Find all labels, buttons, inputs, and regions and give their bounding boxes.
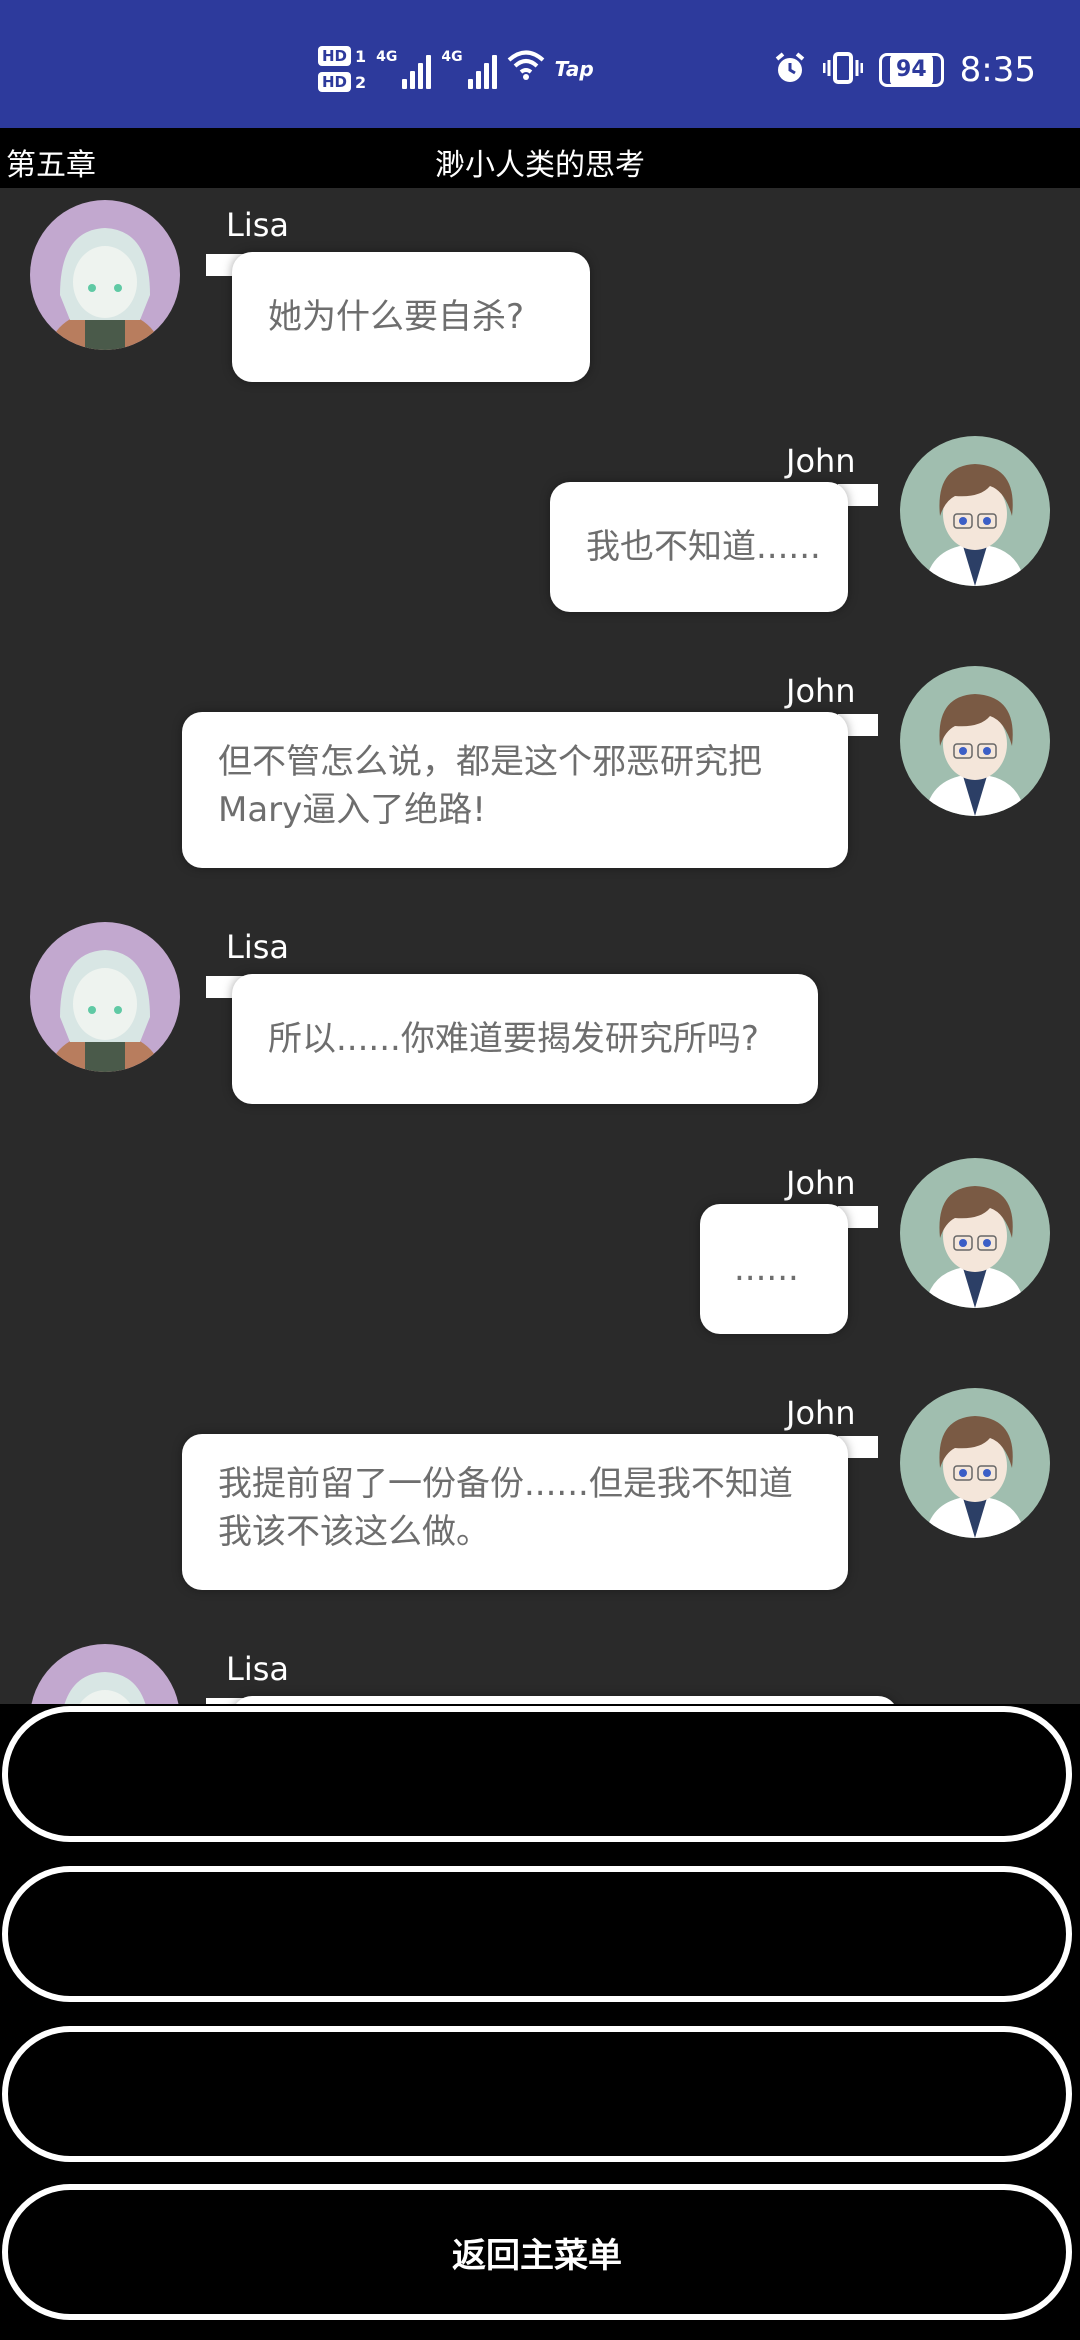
chapter-title: 渺小人类的思考 xyxy=(435,148,645,183)
speaker-name: Lisa xyxy=(226,928,289,966)
sim-number: 1 xyxy=(355,46,367,66)
lisa-avatar xyxy=(30,200,180,350)
speaker-name: John xyxy=(786,672,856,710)
speaker-name: Lisa xyxy=(226,206,289,244)
message-text: 她为什么要自杀? xyxy=(268,297,525,337)
hd-sim1-icon: HD 1 xyxy=(318,46,366,66)
john-avatar xyxy=(900,1388,1050,1538)
lisa-avatar xyxy=(30,922,180,1072)
signal-icon: 4G xyxy=(441,49,497,89)
sim-number: 2 xyxy=(355,72,367,92)
hd-badge: HD xyxy=(318,46,352,66)
message-bubble: 她为什么要自杀? xyxy=(232,252,590,382)
message-text: 所以......你难道要揭发研究所吗? xyxy=(268,1019,759,1059)
title-bar: 第五章 渺小人类的思考 xyxy=(0,128,1080,188)
network-type: 4G xyxy=(376,49,398,65)
choice-panel: 返回主菜单 xyxy=(0,1704,1080,2340)
hd-badge: HD xyxy=(318,72,352,92)
message-bubble: 但不管怎么说，都是这个邪恶研究把Mary逼入了绝路! xyxy=(182,712,848,868)
chat-area[interactable]: Lisa 她为什么要自杀? John 我也不知道...... John 但不管怎… xyxy=(0,188,1080,1704)
network-type: 4G xyxy=(441,49,463,65)
speaker-name: John xyxy=(786,442,856,480)
message-text: 我提前留了一份备份......但是我不知道我该不该这么做。 xyxy=(218,1464,793,1552)
tap-icon: Tap xyxy=(554,57,594,81)
status-bar: HD 1 HD 2 4G 4G Tap 94 8:35 xyxy=(0,0,1080,128)
choice-button-1[interactable] xyxy=(2,1706,1072,1842)
hd-sim2-icon: HD 2 xyxy=(318,72,366,92)
message-bubble: 所以......你难道要揭发研究所吗? xyxy=(232,974,818,1104)
return-main-menu-button[interactable]: 返回主菜单 xyxy=(2,2184,1072,2320)
battery-level: 94 xyxy=(890,55,933,85)
john-avatar xyxy=(900,436,1050,586)
message-text: 我也不知道...... xyxy=(586,527,821,567)
wifi-icon xyxy=(507,49,545,90)
john-avatar xyxy=(900,666,1050,816)
choice-button-3[interactable] xyxy=(2,2026,1072,2162)
alarm-icon xyxy=(773,51,807,89)
battery-icon: 94 xyxy=(879,53,944,87)
status-right-icons: 94 8:35 xyxy=(773,50,1036,90)
speaker-name: John xyxy=(786,1394,856,1432)
lisa-avatar xyxy=(30,1644,180,1704)
speaker-name: Lisa xyxy=(226,1650,289,1688)
vibrate-icon xyxy=(822,51,864,89)
signal-icon: 4G xyxy=(376,49,432,89)
message-bubble: 我也不知道...... xyxy=(550,482,848,612)
message-text: 但不管怎么说，都是这个邪恶研究把Mary逼入了绝路! xyxy=(218,742,762,830)
message-bubble: 我提前留了一份备份......但是我不知道我该不该这么做。 xyxy=(182,1434,848,1590)
message-bubble: ...... xyxy=(700,1204,848,1334)
status-left-icons: HD 1 HD 2 4G 4G Tap xyxy=(318,46,594,92)
message-text: ...... xyxy=(734,1249,799,1289)
speaker-name: John xyxy=(786,1164,856,1202)
john-avatar xyxy=(900,1158,1050,1308)
message-bubble xyxy=(232,1696,898,1704)
choice-button-2[interactable] xyxy=(2,1866,1072,2002)
clock: 8:35 xyxy=(959,50,1036,90)
